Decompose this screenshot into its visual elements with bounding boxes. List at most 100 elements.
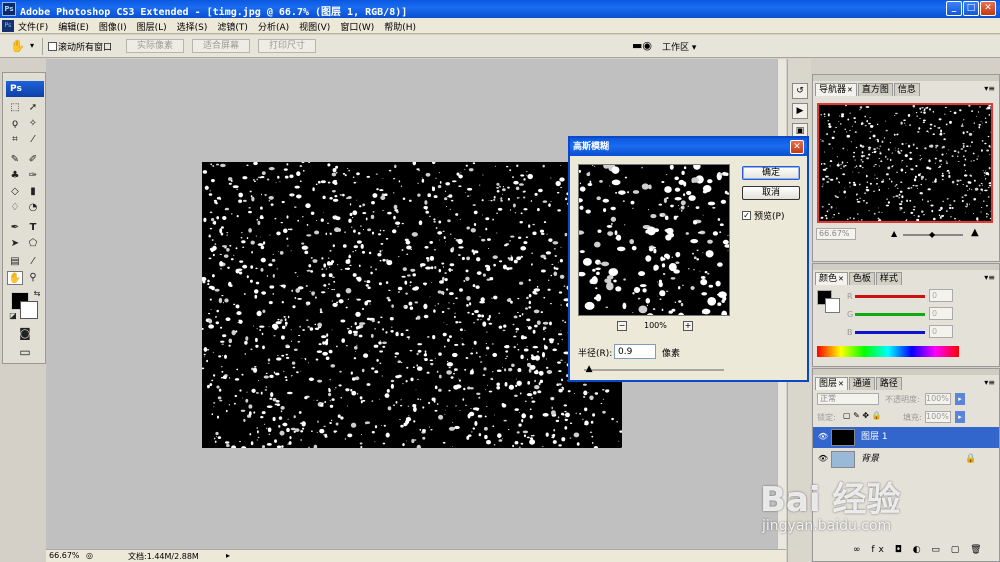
- tab-channels[interactable]: 通道: [848, 377, 875, 390]
- color-spectrum-ramp[interactable]: [817, 346, 959, 357]
- visibility-eye-icon[interactable]: 👁: [817, 432, 829, 442]
- document-canvas[interactable]: [202, 162, 622, 448]
- shape-tool-icon[interactable]: ⬠: [25, 237, 41, 251]
- blend-mode-select[interactable]: 正常: [817, 393, 879, 405]
- visibility-eye-icon[interactable]: 👁: [817, 454, 829, 464]
- camera-icon[interactable]: ▬◉: [632, 39, 652, 52]
- magic-wand-tool-icon[interactable]: ✧: [25, 117, 41, 131]
- tool-preset-dropdown-icon[interactable]: ▾: [30, 41, 34, 50]
- swap-colors-icon[interactable]: ⇆: [29, 287, 45, 301]
- opacity-field[interactable]: 100%: [925, 393, 951, 405]
- color-panel-background[interactable]: [825, 298, 840, 313]
- status-zoom[interactable]: 66.67%: [49, 551, 80, 560]
- stamp-tool-icon[interactable]: ♣: [7, 169, 23, 183]
- maximize-button[interactable]: □: [963, 1, 979, 16]
- crop-tool-icon[interactable]: ⌗: [7, 133, 23, 147]
- tab-layers[interactable]: 图层✕: [815, 377, 848, 390]
- menu-image[interactable]: 图像(I): [99, 20, 127, 33]
- zoom-out-icon[interactable]: ▲: [891, 229, 897, 238]
- layer-row-1[interactable]: 👁 图层 1: [813, 427, 999, 448]
- eyedropper-tool-icon[interactable]: ⁄: [25, 133, 41, 147]
- blur-preview[interactable]: [578, 164, 730, 316]
- lasso-tool-icon[interactable]: ϙ: [7, 117, 23, 131]
- layer-row-background[interactable]: 👁 背景 🔒: [813, 449, 999, 470]
- workspace-button[interactable]: 工作区 ▾: [662, 40, 696, 53]
- tab-color[interactable]: 颜色✕: [815, 272, 848, 285]
- close-button[interactable]: ✕: [980, 1, 996, 16]
- tab-paths[interactable]: 路径: [875, 377, 902, 390]
- menu-help[interactable]: 帮助(H): [384, 20, 416, 33]
- color-sampler-tool-icon[interactable]: ⁄: [25, 255, 41, 269]
- eraser-tool-icon[interactable]: ◇: [7, 185, 23, 199]
- document-icon[interactable]: Ps: [2, 20, 14, 32]
- pen-tool-icon[interactable]: ✒: [7, 221, 23, 235]
- cancel-button[interactable]: 取消: [742, 186, 800, 200]
- healing-brush-tool-icon[interactable]: ✎: [7, 153, 23, 167]
- actual-pixels-button[interactable]: 实际像素: [126, 39, 184, 53]
- menu-view[interactable]: 视图(V): [299, 20, 330, 33]
- preview-zoom-out-button[interactable]: −: [617, 321, 627, 331]
- radius-input[interactable]: [614, 344, 656, 359]
- fill-arrow-icon[interactable]: ▸: [955, 411, 965, 423]
- blur-tool-icon[interactable]: ♢: [7, 201, 23, 215]
- background-color-swatch[interactable]: [20, 301, 38, 319]
- menu-edit[interactable]: 编辑(E): [58, 20, 89, 33]
- tab-styles[interactable]: 样式: [875, 272, 902, 285]
- navigator-preview[interactable]: [817, 103, 993, 223]
- actions-panel-icon[interactable]: ▶: [792, 103, 808, 119]
- channel-r-slider[interactable]: [855, 295, 925, 298]
- navigator-zoom-field[interactable]: 66.67%: [816, 228, 856, 240]
- notes-tool-icon[interactable]: ▤: [7, 255, 23, 269]
- tab-info[interactable]: 信息: [893, 83, 920, 96]
- preview-zoom-in-button[interactable]: +: [683, 321, 693, 331]
- tab-navigator[interactable]: 导航器✕: [815, 83, 857, 96]
- channel-g-value[interactable]: 0: [929, 307, 953, 320]
- channel-g-slider[interactable]: [855, 313, 925, 316]
- history-panel-icon[interactable]: ↺: [792, 83, 808, 99]
- panel-menu-icon[interactable]: ▾≡: [984, 84, 995, 93]
- channel-b-value[interactable]: 0: [929, 325, 953, 338]
- hand-tool-active-icon[interactable]: ✋: [7, 271, 23, 285]
- dodge-tool-icon[interactable]: ◔: [25, 201, 41, 215]
- channel-b-slider[interactable]: [855, 331, 925, 334]
- zoom-in-icon[interactable]: ▲: [971, 227, 979, 238]
- menu-filter[interactable]: 滤镜(T): [217, 20, 248, 33]
- scroll-all-checkbox[interactable]: [48, 42, 57, 51]
- path-selection-tool-icon[interactable]: ➤: [7, 237, 23, 251]
- channel-r-value[interactable]: 0: [929, 289, 953, 302]
- hand-tool-icon[interactable]: ✋: [10, 39, 25, 53]
- quick-mask-icon[interactable]: ◙: [17, 326, 33, 340]
- menu-layer[interactable]: 图层(L): [137, 20, 167, 33]
- tab-swatches[interactable]: 色板: [848, 272, 875, 285]
- menu-window[interactable]: 窗口(W): [340, 20, 374, 33]
- marquee-tool-icon[interactable]: ⬚: [7, 101, 23, 115]
- panel-menu-icon[interactable]: ▾≡: [984, 273, 995, 282]
- minimize-button[interactable]: _: [946, 1, 962, 16]
- type-tool-icon[interactable]: T: [25, 221, 41, 235]
- print-size-button[interactable]: 打印尺寸: [258, 39, 316, 53]
- gradient-tool-icon[interactable]: ▮: [25, 185, 41, 199]
- fit-screen-button[interactable]: 适合屏幕: [192, 39, 250, 53]
- status-menu-arrow-icon[interactable]: ▸: [226, 551, 230, 560]
- move-tool-icon[interactable]: ➚: [25, 101, 41, 115]
- history-brush-tool-icon[interactable]: ✑: [25, 169, 41, 183]
- preview-checkbox[interactable]: ✓: [742, 211, 751, 220]
- navigator-zoom-thumb[interactable]: ◆: [929, 230, 935, 239]
- tab-histogram[interactable]: 直方图: [857, 83, 893, 96]
- menu-file[interactable]: 文件(F): [18, 20, 48, 33]
- radius-slider[interactable]: [584, 369, 724, 371]
- lock-icons[interactable]: ▢ ✎ ✥ 🔒: [843, 411, 882, 420]
- screen-mode-icon[interactable]: ▭: [17, 345, 33, 359]
- menu-analysis[interactable]: 分析(A): [258, 20, 289, 33]
- radius-slider-thumb[interactable]: ▲: [586, 364, 593, 374]
- brush-tool-icon[interactable]: ✐: [25, 153, 41, 167]
- ok-button[interactable]: 确定: [742, 166, 800, 180]
- fill-field[interactable]: 100%: [925, 411, 951, 423]
- opacity-arrow-icon[interactable]: ▸: [955, 393, 965, 405]
- status-icon[interactable]: ◎: [86, 551, 93, 560]
- default-colors-icon[interactable]: ◪: [5, 309, 21, 323]
- zoom-tool-icon[interactable]: ⚲: [25, 271, 41, 285]
- panel-menu-icon[interactable]: ▾≡: [984, 378, 995, 387]
- menu-select[interactable]: 选择(S): [177, 20, 208, 33]
- dialog-close-button[interactable]: ✕: [790, 140, 804, 154]
